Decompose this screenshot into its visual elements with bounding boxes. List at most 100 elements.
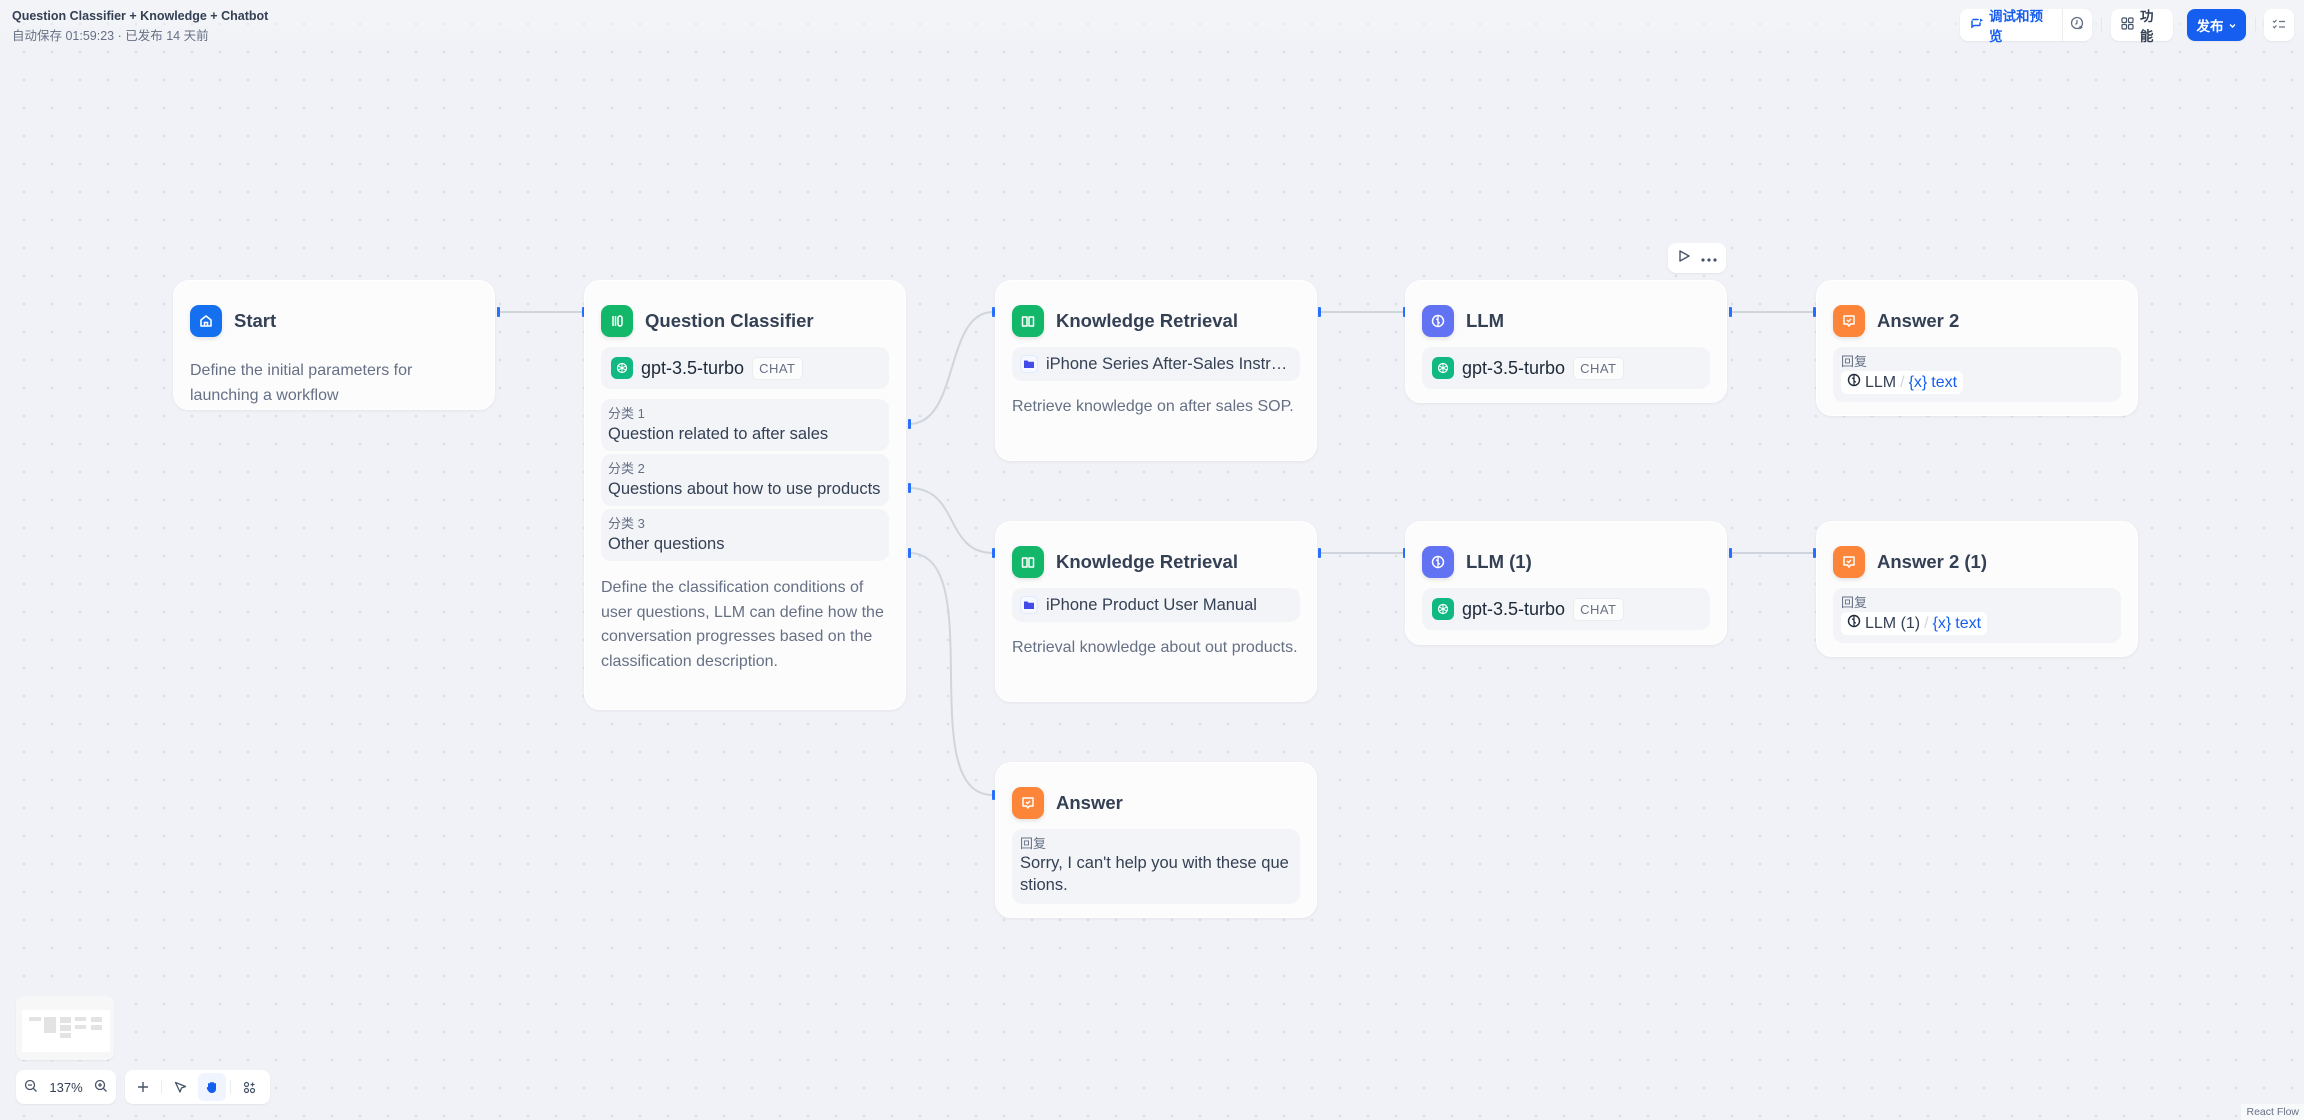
zoom-out-icon[interactable] bbox=[24, 1079, 38, 1096]
debug-preview-label: 调试和预览 bbox=[1989, 9, 2043, 44]
class-2-handle[interactable] bbox=[908, 483, 911, 493]
dataset-item[interactable]: iPhone Product User Manual bbox=[1012, 588, 1300, 622]
node-title: Answer 2 (1) bbox=[1877, 551, 1988, 572]
node-answer[interactable]: Answer 回复 Sorry, I can't help you with t… bbox=[995, 762, 1317, 918]
answer-icon bbox=[1833, 546, 1865, 578]
model-name: gpt-3.5-turbo bbox=[1462, 598, 1566, 619]
node-description: Define the classification conditions of … bbox=[601, 579, 884, 670]
node-description: Define the initial parameters for launch… bbox=[190, 362, 413, 404]
separator: / bbox=[1900, 373, 1905, 391]
node-description: Retrieval knowledge about out products. bbox=[1012, 639, 1298, 656]
reply-box: 回复 LLM / {x} text bbox=[1833, 347, 2121, 402]
openai-icon bbox=[1432, 598, 1454, 620]
variable-source: LLM bbox=[1865, 373, 1897, 391]
book-icon bbox=[1012, 546, 1044, 578]
app-title: Question Classifier + Knowledge + Chatbo… bbox=[12, 9, 269, 23]
variable-icon: {x} bbox=[1932, 614, 1952, 632]
node-question-classifier[interactable]: Question Classifier gpt-3.5-turbo CHAT 分… bbox=[584, 280, 906, 710]
node-start[interactable]: Start Define the initial parameters for … bbox=[173, 280, 495, 410]
node-llm[interactable]: LLM gpt-3.5-turbo CHAT bbox=[1405, 280, 1727, 403]
run-history-button[interactable] bbox=[2063, 9, 2092, 41]
variable-icon: {x} bbox=[1908, 373, 1928, 391]
class-3-handle[interactable] bbox=[908, 548, 911, 558]
source-handle[interactable] bbox=[1729, 307, 1732, 317]
zoom-controls: 137% bbox=[16, 1070, 116, 1104]
zoom-level[interactable]: 137% bbox=[49, 1080, 82, 1095]
publish-label: 发布 bbox=[2196, 19, 2224, 34]
class-label: 分类 1 bbox=[608, 406, 645, 421]
node-knowledge-retrieval[interactable]: Knowledge Retrieval iPhone Product User … bbox=[995, 521, 1317, 702]
clock-play-icon bbox=[2070, 16, 2085, 34]
hand-tool-button[interactable] bbox=[198, 1073, 226, 1101]
source-handle[interactable] bbox=[497, 307, 500, 317]
top-bar: Question Classifier + Knowledge + Chatbo… bbox=[0, 0, 2304, 50]
minimap[interactable] bbox=[16, 996, 114, 1060]
model-selector[interactable]: gpt-3.5-turbo CHAT bbox=[1422, 588, 1710, 630]
class-item: 分类 1 Question related to after sales bbox=[601, 399, 889, 451]
model-name: gpt-3.5-turbo bbox=[1462, 357, 1566, 378]
publish-button[interactable]: 发布 bbox=[2187, 9, 2246, 41]
source-handle[interactable] bbox=[1318, 548, 1321, 558]
add-node-button[interactable] bbox=[129, 1073, 157, 1101]
save-status: 自动保存 01:59:23 · 已发布 14 天前 bbox=[12, 29, 209, 43]
class-1-handle[interactable] bbox=[908, 419, 911, 429]
grid-icon bbox=[2121, 17, 2134, 33]
node-title: Question Classifier bbox=[645, 310, 814, 331]
divider bbox=[161, 1080, 162, 1094]
chevron-down-icon bbox=[2228, 18, 2237, 33]
openai-icon bbox=[611, 357, 633, 379]
model-selector[interactable]: gpt-3.5-turbo CHAT bbox=[601, 347, 889, 389]
react-flow-attribution[interactable]: React Flow bbox=[2241, 1104, 2304, 1120]
node-llm-1[interactable]: LLM (1) gpt-3.5-turbo CHAT bbox=[1405, 521, 1727, 645]
node-title: Knowledge Retrieval bbox=[1056, 310, 1238, 331]
reply-label: 回复 bbox=[1841, 595, 1868, 610]
node-title: LLM bbox=[1466, 310, 1505, 331]
pointer-tool-button[interactable] bbox=[166, 1073, 194, 1101]
class-text: Other questions bbox=[608, 535, 725, 553]
debug-preview-button[interactable]: 调试和预览 bbox=[1960, 9, 2064, 44]
node-answer-2[interactable]: Answer 2 回复 LLM / {x} text bbox=[1816, 280, 2138, 416]
separator: / bbox=[1924, 614, 1929, 632]
node-knowledge-retrieval[interactable]: Knowledge Retrieval iPhone Series After-… bbox=[995, 280, 1317, 461]
divider bbox=[2101, 17, 2102, 33]
edge-class2-kr2[interactable] bbox=[908, 487, 994, 554]
class-item: 分类 3 Other questions bbox=[601, 509, 889, 561]
divider bbox=[230, 1080, 231, 1094]
source-handle[interactable] bbox=[1318, 307, 1321, 317]
dataset-item[interactable]: iPhone Series After-Sales Instructions bbox=[1012, 347, 1300, 381]
model-selector[interactable]: gpt-3.5-turbo CHAT bbox=[1422, 347, 1710, 389]
class-text: Question related to after sales bbox=[608, 425, 829, 443]
edge-class3-answer[interactable] bbox=[908, 552, 994, 796]
brain-icon bbox=[1422, 305, 1454, 337]
features-button[interactable]: 功能 bbox=[2111, 9, 2173, 44]
node-answer-2-1[interactable]: Answer 2 (1) 回复 LLM (1) / {x} text bbox=[1816, 521, 2138, 657]
checklist-button[interactable] bbox=[2264, 9, 2294, 41]
class-label: 分类 3 bbox=[608, 516, 645, 531]
variable-name: text bbox=[1931, 373, 1958, 391]
model-mode-tag: CHAT bbox=[752, 356, 803, 380]
class-text: Questions about how to use products bbox=[608, 480, 881, 498]
answer-icon bbox=[1833, 305, 1865, 337]
book-icon bbox=[1012, 305, 1044, 337]
more-options-icon[interactable] bbox=[1701, 249, 1717, 267]
variable-chip[interactable]: LLM (1) / {x} text bbox=[1841, 612, 1988, 635]
model-mode-tag: CHAT bbox=[1573, 597, 1624, 621]
brain-icon bbox=[1422, 546, 1454, 578]
reply-text: Sorry, I can't help you with these quest… bbox=[1020, 854, 1289, 894]
variable-chip[interactable]: LLM / {x} text bbox=[1841, 371, 1964, 394]
node-toolbar bbox=[1668, 243, 1726, 273]
edge-class1-kr1[interactable] bbox=[908, 311, 994, 425]
debug-group: 调试和预览 bbox=[1960, 9, 2092, 44]
run-node-button[interactable] bbox=[1677, 249, 1691, 268]
organize-nodes-button[interactable] bbox=[235, 1073, 263, 1101]
features-label: 功能 bbox=[2140, 9, 2154, 44]
zoom-in-icon[interactable] bbox=[94, 1079, 108, 1096]
source-handle[interactable] bbox=[1729, 548, 1732, 558]
canvas-tools bbox=[125, 1070, 270, 1104]
node-title: Knowledge Retrieval bbox=[1056, 551, 1238, 572]
reply-label: 回复 bbox=[1841, 354, 1868, 369]
openai-icon bbox=[1432, 357, 1454, 379]
classifier-icon bbox=[601, 305, 633, 337]
dataset-name: iPhone Series After-Sales Instructions bbox=[1046, 354, 1292, 373]
brain-icon bbox=[1847, 614, 1861, 633]
